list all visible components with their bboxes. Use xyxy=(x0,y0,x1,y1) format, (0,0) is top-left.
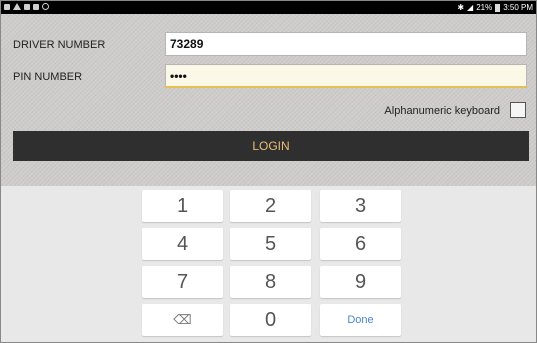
driver-number-input[interactable]: 73289 xyxy=(165,32,527,56)
key-8[interactable]: 8 xyxy=(230,266,311,298)
pin-number-input[interactable]: •••• xyxy=(165,64,527,88)
backspace-icon: ⌫ xyxy=(173,312,192,327)
alphanumeric-keyboard-label: Alphanumeric keyboard xyxy=(384,105,500,117)
email-icon xyxy=(24,3,30,10)
battery-percent: 21% xyxy=(476,3,493,12)
cast-icon xyxy=(42,3,49,10)
login-form: DRIVER NUMBER 73289 PIN NUMBER •••• Alph… xyxy=(1,14,536,186)
bluetooth-icon: ✱ xyxy=(457,3,465,12)
login-button[interactable]: LOGIN xyxy=(13,131,529,161)
status-bar: ✱ ◢ 21% 3:50 PM xyxy=(1,1,536,14)
done-key[interactable]: Done xyxy=(320,304,401,336)
key-3[interactable]: 3 xyxy=(320,190,401,222)
key-7[interactable]: 7 xyxy=(142,266,223,298)
key-5[interactable]: 5 xyxy=(230,228,311,260)
pin-number-label: PIN NUMBER xyxy=(13,71,83,83)
battery-icon xyxy=(495,3,501,12)
key-4[interactable]: 4 xyxy=(142,228,223,260)
backspace-key[interactable]: ⌫ xyxy=(142,304,223,336)
driver-number-label: DRIVER NUMBER xyxy=(13,39,106,51)
notification-icon xyxy=(4,3,10,10)
numeric-keyboard: 1 2 3 4 5 6 7 8 9 ⌫ 0 Done xyxy=(1,186,536,342)
key-9[interactable]: 9 xyxy=(320,266,401,298)
status-bar-notifications xyxy=(4,3,49,10)
key-1[interactable]: 1 xyxy=(142,190,223,222)
warning-icon xyxy=(13,3,21,10)
key-6[interactable]: 6 xyxy=(320,228,401,260)
clock: 3:50 PM xyxy=(503,3,533,12)
key-2[interactable]: 2 xyxy=(230,190,311,222)
image-icon xyxy=(33,3,39,10)
alphanumeric-keyboard-checkbox[interactable] xyxy=(510,102,526,118)
status-bar-system: ✱ ◢ 21% 3:50 PM xyxy=(457,3,533,12)
app-screen: ✱ ◢ 21% 3:50 PM DRIVER NUMBER 73289 PIN … xyxy=(0,0,537,343)
signal-icon: ◢ xyxy=(467,3,474,12)
key-0[interactable]: 0 xyxy=(230,304,311,336)
